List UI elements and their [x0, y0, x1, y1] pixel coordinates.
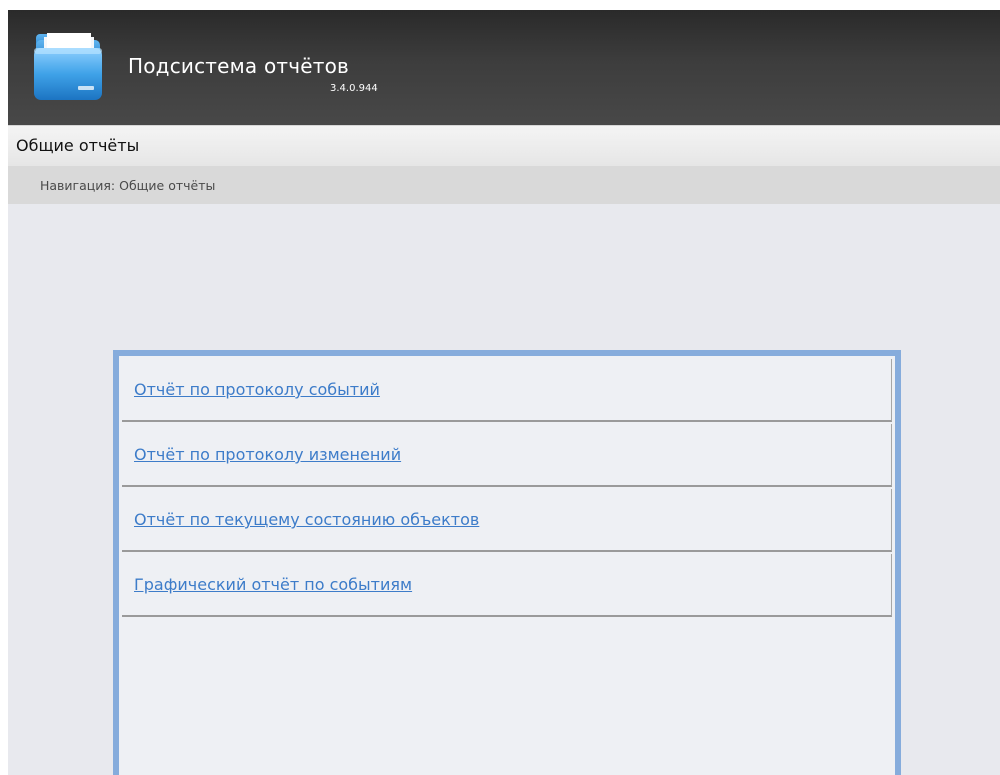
report-list: Отчёт по протоколу событий Отчёт по прот… [122, 359, 892, 619]
breadcrumb: Навигация: Общие отчёты [8, 166, 1000, 204]
report-item-object-state[interactable]: Отчёт по текущему состоянию объектов [122, 489, 892, 552]
app-title: Подсистема отчётов [128, 54, 350, 78]
report-link-object-state[interactable]: Отчёт по текущему состоянию объектов [134, 510, 479, 529]
report-link-graphic[interactable]: Графический отчёт по событиям [134, 575, 412, 594]
folder-icon [34, 33, 102, 100]
report-item-events[interactable]: Отчёт по протоколу событий [122, 359, 892, 422]
section-title: Общие отчёты [16, 136, 140, 155]
app-header: Подсистема отчётов 3.4.0.944 [8, 10, 1000, 125]
app-window: Подсистема отчётов 3.4.0.944 Общие отчёт… [8, 10, 1000, 775]
section-bar: Общие отчёты [8, 125, 1000, 166]
reports-panel: Отчёт по протоколу событий Отчёт по прот… [113, 350, 901, 775]
report-link-events[interactable]: Отчёт по протоколу событий [134, 380, 380, 399]
report-link-changes[interactable]: Отчёт по протоколу изменений [134, 445, 401, 464]
app-version: 3.4.0.944 [330, 83, 378, 94]
report-item-graphic[interactable]: Графический отчёт по событиям [122, 554, 892, 617]
report-item-changes[interactable]: Отчёт по протоколу изменений [122, 424, 892, 487]
breadcrumb-text: Навигация: Общие отчёты [40, 178, 216, 193]
